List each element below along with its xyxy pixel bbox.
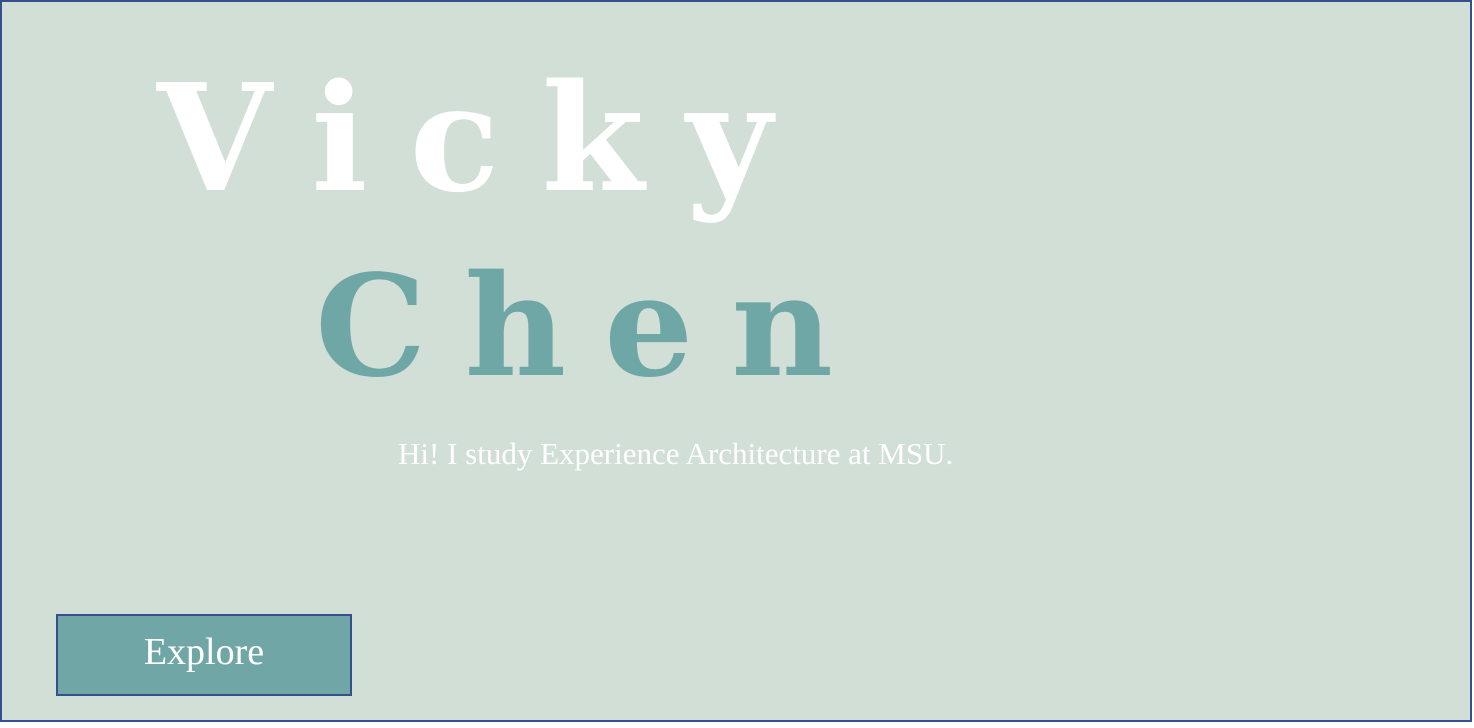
tagline: Hi! I study Experience Architecture at M… bbox=[398, 436, 954, 471]
explore-button[interactable]: Explore bbox=[56, 614, 352, 696]
hero-section: Vicky Chen Hi! I study Experience Archit… bbox=[0, 0, 1472, 722]
last-name-heading: Chen bbox=[315, 245, 872, 409]
first-name-heading: Vicky bbox=[157, 51, 815, 225]
